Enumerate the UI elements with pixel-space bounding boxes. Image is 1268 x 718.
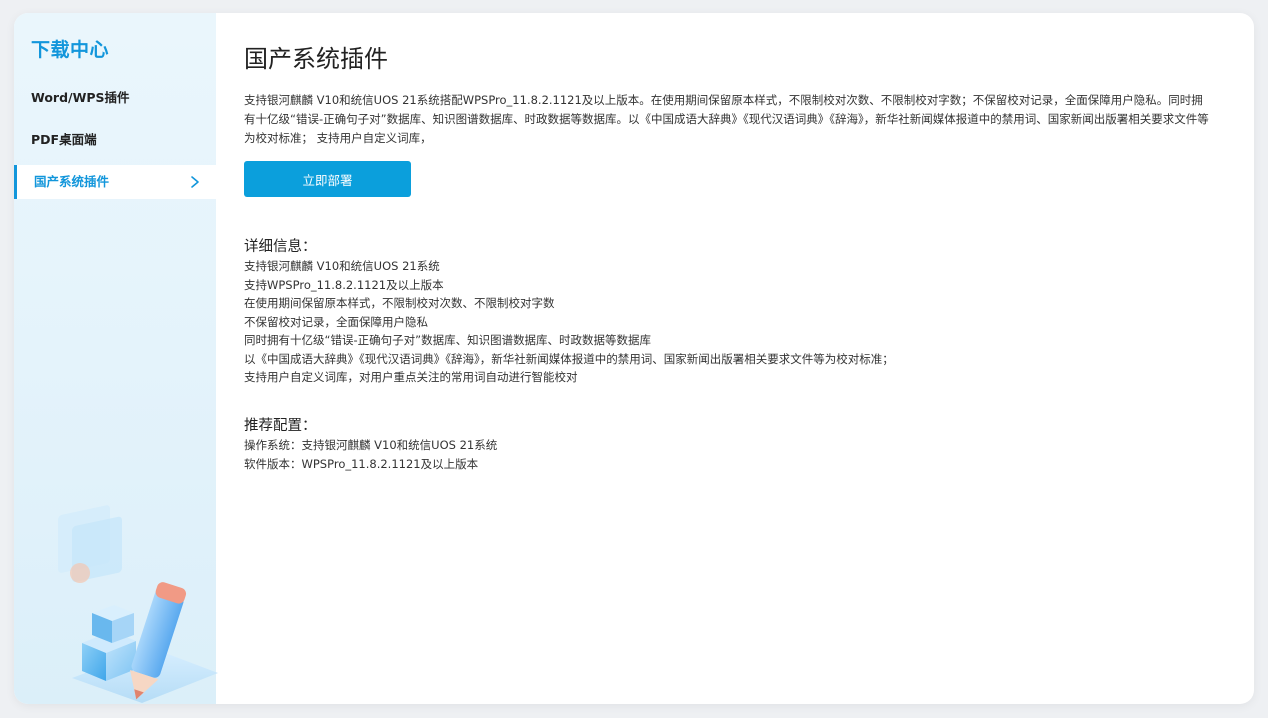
list-item: 软件版本：WPSPro_11.8.2.1121及以上版本 bbox=[244, 456, 479, 471]
sidebar-brand: 下载中心 bbox=[31, 39, 110, 61]
sidebar-item-label: PDF桌面端 bbox=[31, 132, 97, 147]
config-list: 操作系统：支持银河麒麟 V10和统信UOS 21系统 软件版本：WPSPro_1… bbox=[244, 436, 497, 473]
list-item: 不保留校对记录，全面保障用户隐私 bbox=[244, 314, 428, 329]
deploy-now-button[interactable]: 立即部署 bbox=[244, 161, 411, 197]
list-item: 以《中国成语大辞典》《现代汉语词典》《辞海》，新华社新闻媒体报道中的禁用词、国家… bbox=[244, 351, 894, 366]
details-list: 支持银河麒麟 V10和统信UOS 21系统 支持WPSPro_11.8.2.11… bbox=[244, 257, 894, 387]
sidebar-item-word-wps[interactable]: Word/WPS插件 bbox=[14, 81, 216, 115]
sidebar-item-label: 国产系统插件 bbox=[34, 174, 110, 189]
chevron-right-icon bbox=[190, 165, 200, 199]
list-item: 支持银河麒麟 V10和统信UOS 21系统 bbox=[244, 259, 440, 273]
config-heading: 推荐配置： bbox=[244, 418, 317, 434]
list-item: 操作系统：支持银河麒麟 V10和统信UOS 21系统 bbox=[244, 438, 498, 452]
list-item: 支持WPSPro_11.8.2.1121及以上版本 bbox=[244, 277, 444, 292]
sidebar: 下载中心 Word/WPS插件 PDF桌面端 国产系统插件 bbox=[14, 13, 218, 704]
list-item: 支持用户自定义词库，对用户重点关注的常用词自动进行智能校对 bbox=[244, 370, 578, 384]
details-heading: 详细信息： bbox=[244, 239, 317, 255]
list-item: 在使用期间保留原本样式，不限制校对次数、不限制校对字数 bbox=[244, 296, 555, 310]
sidebar-item-pdf-desktop[interactable]: PDF桌面端 bbox=[14, 123, 216, 157]
download-center-window: 下载中心 Word/WPS插件 PDF桌面端 国产系统插件 国产系统插件 支持银… bbox=[14, 13, 1254, 704]
sidebar-item-domestic-system-plugin[interactable]: 国产系统插件 bbox=[14, 165, 216, 199]
main-content: 国产系统插件 支持银河麒麟 V10和统信UOS 21系统搭配WPSPro_11.… bbox=[244, 13, 1224, 704]
intro-paragraph: 支持银河麒麟 V10和统信UOS 21系统搭配WPSPro_11.8.2.112… bbox=[244, 93, 1209, 145]
pencil-cubes-illustration bbox=[42, 503, 218, 703]
list-item: 同时拥有十亿级“错误-正确句子对”数据库、知识图谱数据库、时政数据等数据库 bbox=[244, 333, 652, 347]
sidebar-item-label: Word/WPS插件 bbox=[31, 90, 130, 105]
page-title: 国产系统插件 bbox=[244, 45, 388, 73]
